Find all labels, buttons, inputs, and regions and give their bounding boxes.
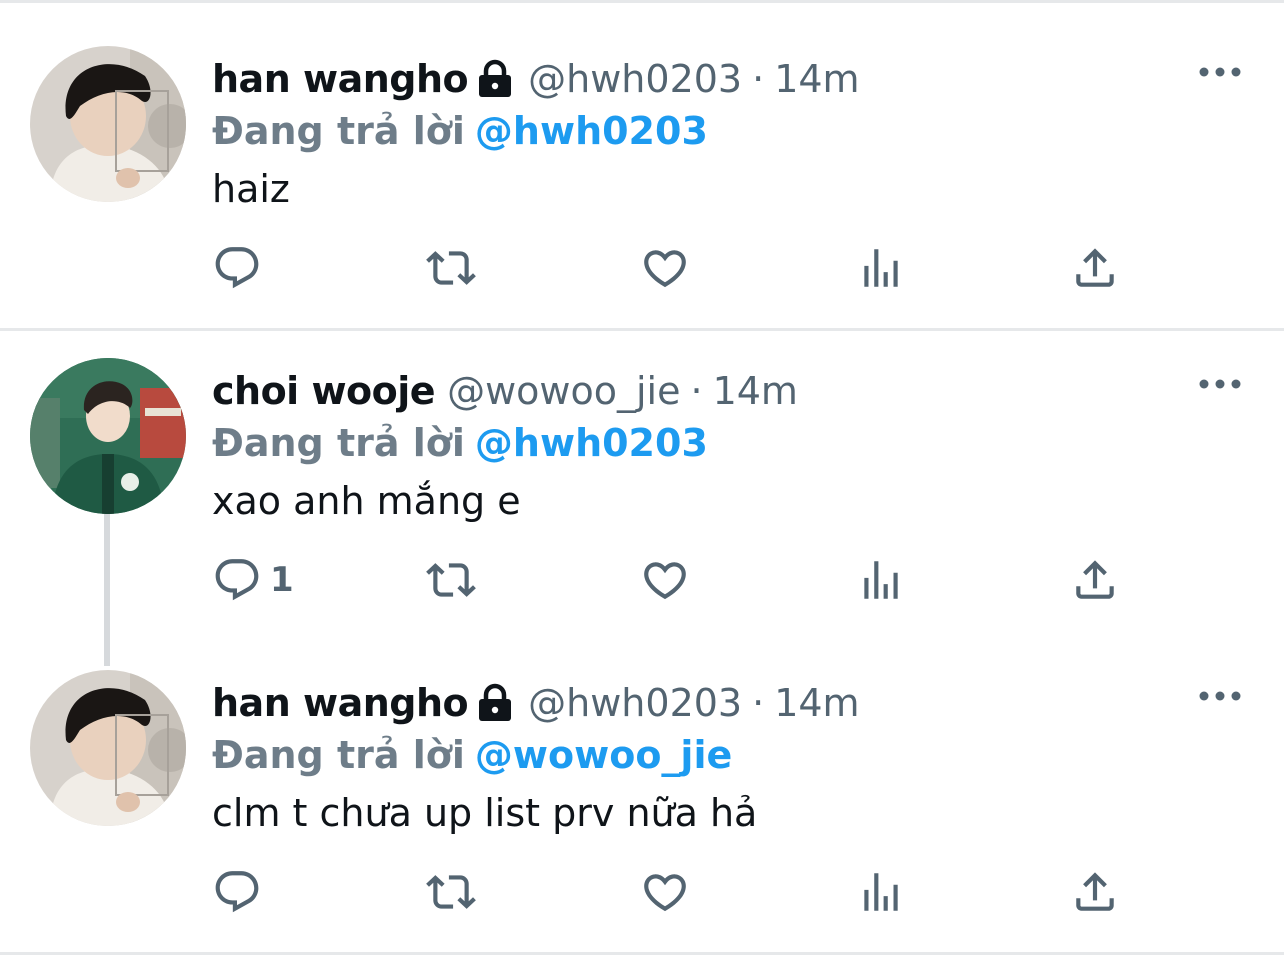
tweet-text: haiz [212, 167, 290, 211]
separator: · [752, 681, 765, 725]
replying-to: Đang trả lời @wowoo_jie [212, 728, 732, 782]
more-icon[interactable] [1196, 374, 1244, 394]
reply-icon [212, 243, 262, 293]
share-icon [1070, 555, 1120, 605]
action-bar [212, 862, 1152, 922]
avatar-photo [30, 670, 186, 826]
reply-icon [212, 555, 262, 605]
tweet-header: han wangho @hwh0203 · 14m [212, 54, 860, 104]
lock-icon [474, 59, 516, 99]
display-name[interactable]: choi wooje [212, 366, 436, 416]
analytics-button[interactable] [856, 862, 906, 922]
action-bar: 1 [212, 550, 1152, 610]
reply-button[interactable]: 1 [212, 550, 294, 610]
replying-to-handle[interactable]: @hwh0203 [475, 421, 708, 465]
share-button[interactable] [1070, 862, 1120, 922]
share-icon [1070, 243, 1120, 293]
tweet-divider [0, 328, 1284, 331]
separator: · [690, 369, 703, 413]
like-button[interactable] [640, 862, 690, 922]
timestamp[interactable]: 14m [774, 54, 859, 104]
analytics-button[interactable] [856, 238, 906, 298]
tweet[interactable]: han wangho @hwh0203 · 14m Đang trả lời @w… [0, 670, 1284, 948]
reply-button[interactable] [212, 238, 270, 298]
username[interactable]: @wowoo_jie [447, 366, 680, 416]
analytics-icon [856, 555, 906, 605]
retweet-button[interactable] [426, 238, 476, 298]
reply-button[interactable] [212, 862, 270, 922]
replying-to: Đang trả lời @hwh0203 [212, 416, 708, 470]
share-button[interactable] [1070, 550, 1120, 610]
timestamp[interactable]: 14m [774, 678, 859, 728]
retweet-icon [426, 555, 476, 605]
share-icon [1070, 867, 1120, 917]
analytics-icon [856, 867, 906, 917]
like-icon [640, 243, 690, 293]
tweet-header: han wangho @hwh0203 · 14m [212, 678, 860, 728]
tweet[interactable]: han wangho @hwh0203 · 14m Đang trả lời @h… [0, 46, 1284, 316]
like-button[interactable] [640, 550, 690, 610]
like-button[interactable] [640, 238, 690, 298]
replying-to-handle[interactable]: @wowoo_jie [475, 733, 732, 777]
action-bar [212, 238, 1152, 298]
share-button[interactable] [1070, 238, 1120, 298]
analytics-button[interactable] [856, 550, 906, 610]
username[interactable]: @hwh0203 [528, 678, 742, 728]
username[interactable]: @hwh0203 [528, 54, 742, 104]
avatar[interactable] [30, 358, 186, 514]
replying-to: Đang trả lời @hwh0203 [212, 104, 708, 158]
tweet-text: xao anh mắng e [212, 479, 521, 523]
more-icon[interactable] [1196, 686, 1244, 706]
top-divider [0, 0, 1284, 3]
tweet[interactable]: choi wooje @wowoo_jie · 14m Đang trả lời… [0, 358, 1284, 648]
tweet-header: choi wooje @wowoo_jie · 14m [212, 366, 798, 416]
display-name[interactable]: han wangho [212, 678, 469, 728]
reply-count: 1 [270, 560, 294, 600]
more-icon[interactable] [1196, 62, 1244, 82]
bottom-divider [0, 952, 1284, 955]
like-icon [640, 867, 690, 917]
replying-to-label: Đang trả lời [212, 109, 465, 153]
separator: · [752, 57, 765, 101]
like-icon [640, 555, 690, 605]
retweet-icon [426, 867, 476, 917]
retweet-button[interactable] [426, 862, 476, 922]
avatar-photo [30, 46, 186, 202]
replying-to-handle[interactable]: @hwh0203 [475, 109, 708, 153]
lock-icon [474, 683, 516, 723]
display-name[interactable]: han wangho [212, 54, 469, 104]
avatar[interactable] [30, 670, 186, 826]
replying-to-label: Đang trả lời [212, 733, 465, 777]
retweet-button[interactable] [426, 550, 476, 610]
timestamp[interactable]: 14m [713, 366, 798, 416]
replying-to-label: Đang trả lời [212, 421, 465, 465]
avatar-photo [30, 358, 186, 514]
analytics-icon [856, 243, 906, 293]
reply-icon [212, 867, 262, 917]
retweet-icon [426, 243, 476, 293]
avatar[interactable] [30, 46, 186, 202]
tweet-text: clm t chưa up list prv nữa hả [212, 791, 758, 835]
